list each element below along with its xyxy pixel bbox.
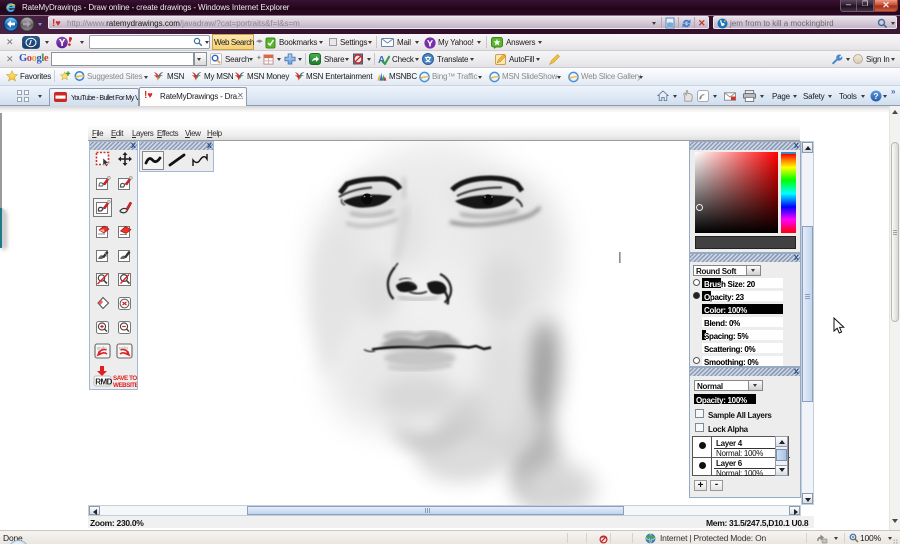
svg-text:RMD: RMD bbox=[95, 378, 112, 387]
svg-text:WEBSITE: WEBSITE bbox=[113, 382, 137, 388]
svg-text:?: ? bbox=[873, 91, 878, 101]
svg-text:SAVE TO: SAVE TO bbox=[113, 375, 137, 382]
